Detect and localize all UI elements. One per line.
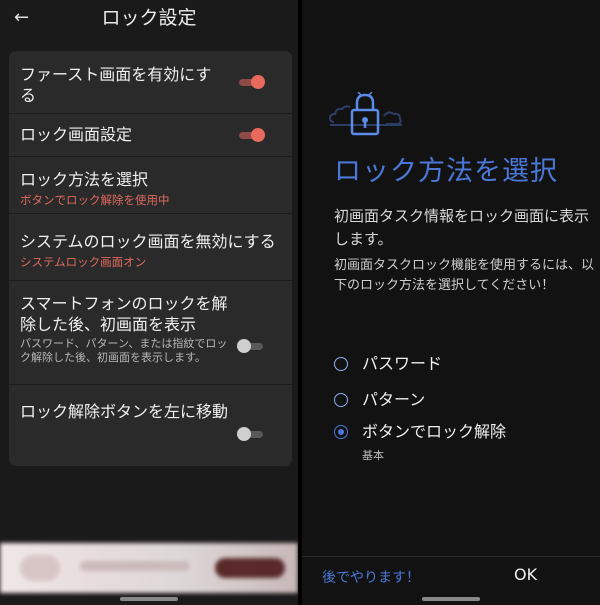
option-label: ボタンでロック解除 [362, 422, 507, 441]
dialog-instruction: 初画面タスクロック機能を使用するには、以下のロック方法を選択してください！ [334, 258, 595, 293]
setting-lock-method[interactable]: ロック方法を選択 ボタンでロック解除を使用中 [9, 157, 292, 214]
setting-description: パスワード、パターン、または指紋でロック解除した後、初画面を表示します。 [20, 337, 228, 364]
setting-move-unlock-button[interactable]: ロック解除ボタンを左に移動 [9, 385, 292, 466]
setting-title: システムのロック画面を無効にする [20, 232, 276, 251]
setting-title: ロック解除ボタンを左に移動 [20, 402, 229, 421]
setting-title: ファースト画面を有効にする [20, 65, 212, 105]
toggle-knob [237, 427, 251, 441]
setting-status: システムロック画面オン [20, 255, 147, 269]
app-bar: ← ロック設定 [0, 0, 298, 38]
setting-disable-system-lock[interactable]: システムのロック画面を無効にする システムロック画面オン [9, 214, 292, 281]
ad-button [215, 558, 285, 578]
toggle-knob [251, 75, 265, 89]
dialog-footer: 後でやります！ OK [302, 556, 600, 597]
settings-card: ファースト画面を有効にする ロック画面設定 ロック方法を選択 ボタンでロック解除… [9, 51, 292, 466]
gesture-nav-bar[interactable] [120, 597, 178, 601]
page-title: ロック設定 [101, 7, 197, 29]
dialog-title: ロック方法を選択 [334, 156, 558, 187]
radio-button[interactable] [334, 393, 348, 407]
move-unlock-button-toggle[interactable] [237, 427, 266, 441]
padlock-icon [328, 92, 402, 136]
dialog-description: 初画面タスク情報をロック画面に表示します。 [334, 207, 590, 248]
option-label: パターン [362, 390, 426, 409]
setting-lock-screen[interactable]: ロック画面設定 [9, 114, 292, 157]
lock-screen-toggle[interactable] [238, 128, 266, 142]
radio-button[interactable] [334, 357, 348, 371]
show-after-unlock-toggle[interactable] [237, 339, 266, 353]
gesture-nav-bar[interactable] [422, 597, 480, 601]
option-sublabel: 基本 [362, 449, 384, 462]
setting-title: スマートフォンのロックを解除した後、初画面を表示 [20, 294, 228, 334]
later-button[interactable]: 後でやります！ [322, 567, 420, 587]
toggle-knob [237, 339, 251, 353]
toggle-knob [251, 128, 265, 142]
ad-banner[interactable] [0, 543, 298, 593]
option-label: パスワード [362, 354, 443, 373]
ok-button[interactable]: OK [514, 565, 537, 584]
lock-method-dialog: ロック方法を選択 初画面タスク情報をロック画面に表示します。 初画面タスクロック… [302, 0, 600, 605]
setting-status: ボタンでロック解除を使用中 [20, 193, 170, 207]
setting-title: ロック方法を選択 [20, 170, 149, 189]
setting-title: ロック画面設定 [20, 125, 133, 144]
setting-enable-first-screen[interactable]: ファースト画面を有効にする [9, 51, 292, 114]
lock-settings-screen: ← ロック設定 ファースト画面を有効にする ロック画面設定 ロック方法を選択 ボ… [0, 0, 298, 605]
radio-button[interactable] [334, 425, 348, 439]
ad-text [80, 561, 190, 571]
ad-image [20, 555, 60, 581]
setting-show-after-unlock[interactable]: スマートフォンのロックを解除した後、初画面を表示 パスワード、パターン、または指… [9, 281, 292, 385]
enable-first-screen-toggle[interactable] [238, 75, 266, 89]
